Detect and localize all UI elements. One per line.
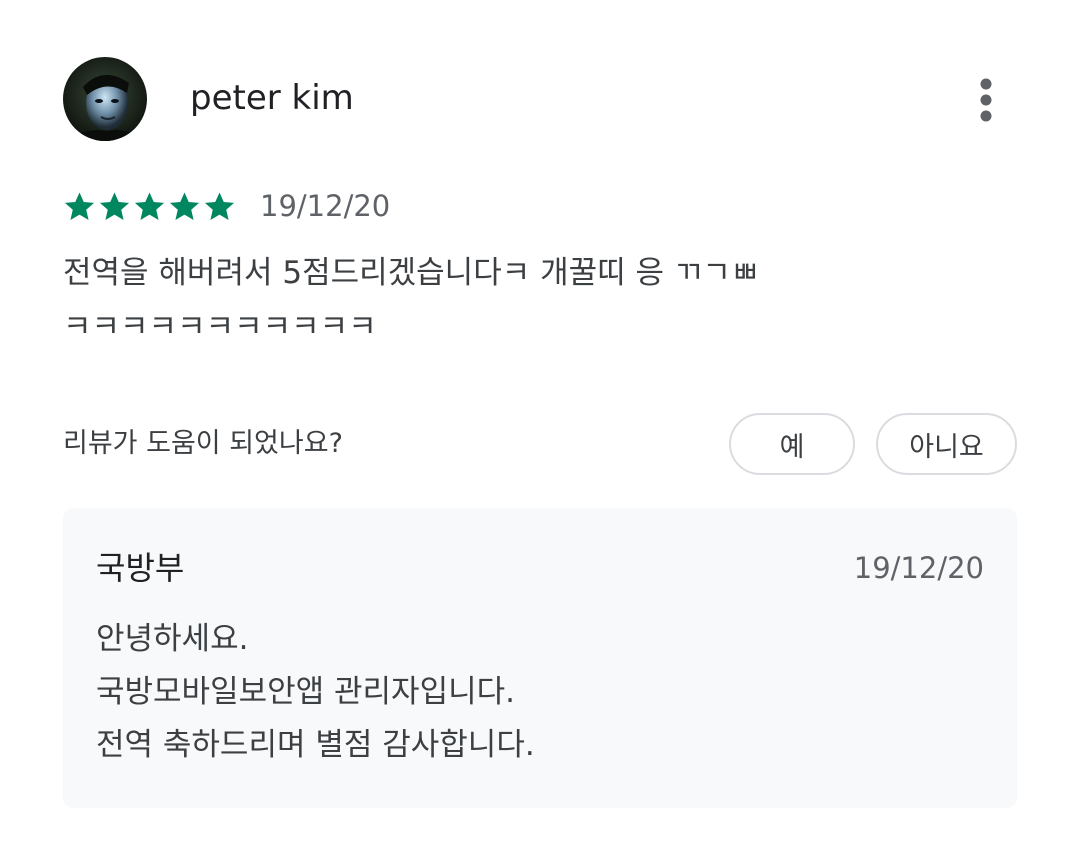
- review-text: 전역을 해버려서 5점드리겠습니다ㅋ 개꿀띠 응 ㄲㄱㅃ ㅋㅋㅋㅋㅋㅋㅋㅋㅋㅋㅋ: [63, 255, 760, 345]
- developer-reply: 국방부 19/12/20 안녕하세요. 국방모바일보안앱 관리자입니다. 전역 …: [63, 508, 1017, 808]
- star-icon: [204, 191, 235, 220]
- rating-row: 19/12/20: [63, 184, 390, 228]
- developer-name: 국방부: [96, 549, 185, 587]
- star-rating: [63, 190, 236, 223]
- star-icon: [64, 191, 95, 220]
- avatar[interactable]: [63, 57, 147, 141]
- more-vert-icon: [980, 78, 992, 122]
- developer-reply-line: 국방모바일보안앱 관리자입니다.: [96, 674, 515, 710]
- review-date: 19/12/20: [260, 189, 391, 223]
- helpful-question: 리뷰가 도움이 되었나요?: [63, 428, 343, 459]
- more-options-button[interactable]: [962, 72, 1010, 128]
- developer-reply-line: 전역 축하드리며 별점 감사합니다.: [96, 727, 535, 763]
- star-icon: [169, 191, 200, 220]
- helpful-no-button[interactable]: 아니요: [876, 413, 1017, 475]
- developer-reply-text: 안녕하세요. 국방모바일보안앱 관리자입니다. 전역 축하드리며 별점 감사합니…: [96, 613, 976, 772]
- author-name: peter kim: [190, 78, 354, 118]
- developer-reply-date: 19/12/20: [853, 551, 984, 585]
- developer-reply-line: 안녕하세요.: [96, 621, 249, 657]
- avatar-image: [63, 57, 147, 141]
- star-icon: [134, 191, 165, 220]
- helpful-yes-button[interactable]: 예: [729, 413, 855, 475]
- star-icon: [99, 191, 130, 220]
